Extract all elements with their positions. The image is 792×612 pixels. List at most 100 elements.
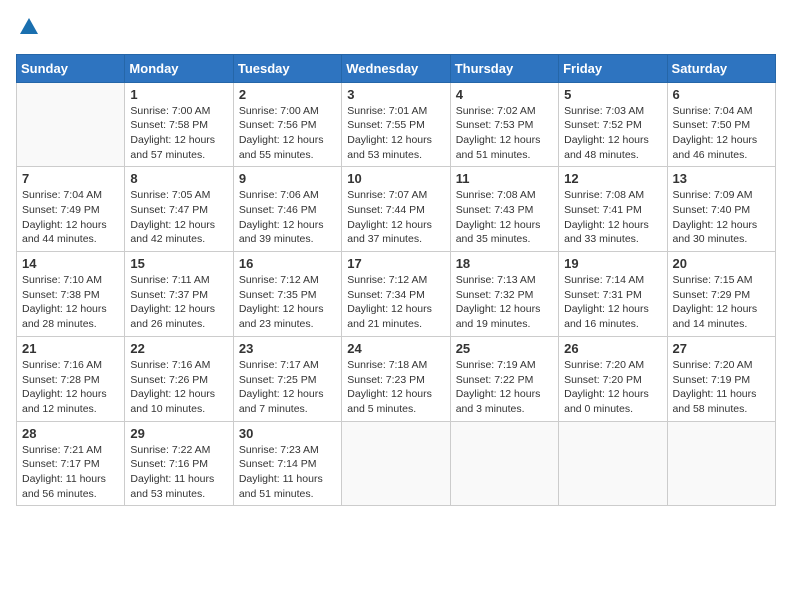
calendar-cell: 19 Sunrise: 7:14 AM Sunset: 7:31 PM Dayli… (559, 252, 667, 337)
day-info: Sunrise: 7:00 AM Sunset: 7:58 PM Dayligh… (130, 104, 227, 163)
day-of-week-header: Wednesday (342, 54, 450, 82)
day-info: Sunrise: 7:19 AM Sunset: 7:22 PM Dayligh… (456, 358, 553, 417)
day-info: Sunrise: 7:12 AM Sunset: 7:35 PM Dayligh… (239, 273, 336, 332)
day-info: Sunrise: 7:07 AM Sunset: 7:44 PM Dayligh… (347, 188, 444, 247)
calendar-cell (342, 421, 450, 506)
day-info: Sunrise: 7:20 AM Sunset: 7:19 PM Dayligh… (673, 358, 770, 417)
calendar-cell: 30 Sunrise: 7:23 AM Sunset: 7:14 PM Dayli… (233, 421, 341, 506)
day-number: 25 (456, 341, 553, 356)
day-number: 30 (239, 426, 336, 441)
day-info: Sunrise: 7:03 AM Sunset: 7:52 PM Dayligh… (564, 104, 661, 163)
calendar-cell: 20Sunrise: 7:15 AM Sunset: 7:29 PM Dayli… (667, 252, 775, 337)
day-info: Sunrise: 7:12 AM Sunset: 7:34 PM Dayligh… (347, 273, 444, 332)
calendar-week-row: 28 Sunrise: 7:21 AM Sunset: 7:17 PM Dayli… (17, 421, 776, 506)
calendar-cell: 16 Sunrise: 7:12 AM Sunset: 7:35 PM Dayli… (233, 252, 341, 337)
day-info: Sunrise: 7:06 AM Sunset: 7:46 PM Dayligh… (239, 188, 336, 247)
day-number: 10 (347, 171, 444, 186)
calendar-cell: 17 Sunrise: 7:12 AM Sunset: 7:34 PM Dayli… (342, 252, 450, 337)
calendar-cell: 24Sunrise: 7:18 AM Sunset: 7:23 PM Dayli… (342, 336, 450, 421)
calendar-table: SundayMondayTuesdayWednesdayThursdayFrid… (16, 54, 776, 507)
day-number: 15 (130, 256, 227, 271)
day-info: Sunrise: 7:13 AM Sunset: 7:32 PM Dayligh… (456, 273, 553, 332)
day-of-week-header: Friday (559, 54, 667, 82)
day-number: 14 (22, 256, 119, 271)
day-number: 8 (130, 171, 227, 186)
day-info: Sunrise: 7:20 AM Sunset: 7:20 PM Dayligh… (564, 358, 661, 417)
day-info: Sunrise: 7:14 AM Sunset: 7:31 PM Dayligh… (564, 273, 661, 332)
day-number: 28 (22, 426, 119, 441)
day-info: Sunrise: 7:02 AM Sunset: 7:53 PM Dayligh… (456, 104, 553, 163)
day-of-week-header: Saturday (667, 54, 775, 82)
calendar-cell: 11 Sunrise: 7:08 AM Sunset: 7:43 PM Dayli… (450, 167, 558, 252)
day-number: 16 (239, 256, 336, 271)
calendar-cell: 7Sunrise: 7:04 AM Sunset: 7:49 PM Daylig… (17, 167, 125, 252)
day-number: 27 (673, 341, 770, 356)
calendar-cell: 22 Sunrise: 7:16 AM Sunset: 7:26 PM Dayli… (125, 336, 233, 421)
calendar-cell (667, 421, 775, 506)
day-info: Sunrise: 7:08 AM Sunset: 7:41 PM Dayligh… (564, 188, 661, 247)
page-header (16, 16, 776, 44)
calendar-cell: 15 Sunrise: 7:11 AM Sunset: 7:37 PM Dayli… (125, 252, 233, 337)
day-info: Sunrise: 7:22 AM Sunset: 7:16 PM Dayligh… (130, 443, 227, 502)
calendar-week-row: 14 Sunrise: 7:10 AM Sunset: 7:38 PM Dayli… (17, 252, 776, 337)
day-of-week-header: Monday (125, 54, 233, 82)
calendar-cell: 27 Sunrise: 7:20 AM Sunset: 7:19 PM Dayli… (667, 336, 775, 421)
calendar-cell: 14 Sunrise: 7:10 AM Sunset: 7:38 PM Dayli… (17, 252, 125, 337)
day-number: 22 (130, 341, 227, 356)
calendar-cell: 21Sunrise: 7:16 AM Sunset: 7:28 PM Dayli… (17, 336, 125, 421)
day-info: Sunrise: 7:01 AM Sunset: 7:55 PM Dayligh… (347, 104, 444, 163)
day-of-week-header: Sunday (17, 54, 125, 82)
calendar-cell: 18Sunrise: 7:13 AM Sunset: 7:32 PM Dayli… (450, 252, 558, 337)
day-number: 12 (564, 171, 661, 186)
calendar-week-row: 21Sunrise: 7:16 AM Sunset: 7:28 PM Dayli… (17, 336, 776, 421)
calendar-cell: 3 Sunrise: 7:01 AM Sunset: 7:55 PM Daylig… (342, 82, 450, 167)
day-number: 9 (239, 171, 336, 186)
calendar-week-row: 7Sunrise: 7:04 AM Sunset: 7:49 PM Daylig… (17, 167, 776, 252)
calendar-header-row: SundayMondayTuesdayWednesdayThursdayFrid… (17, 54, 776, 82)
calendar-cell (17, 82, 125, 167)
day-number: 24 (347, 341, 444, 356)
calendar-cell: 6 Sunrise: 7:04 AM Sunset: 7:50 PM Daylig… (667, 82, 775, 167)
calendar-week-row: 1 Sunrise: 7:00 AM Sunset: 7:58 PM Daylig… (17, 82, 776, 167)
calendar-cell: 12 Sunrise: 7:08 AM Sunset: 7:41 PM Dayli… (559, 167, 667, 252)
calendar-cell: 29 Sunrise: 7:22 AM Sunset: 7:16 PM Dayli… (125, 421, 233, 506)
day-number: 21 (22, 341, 119, 356)
day-number: 5 (564, 87, 661, 102)
day-info: Sunrise: 7:10 AM Sunset: 7:38 PM Dayligh… (22, 273, 119, 332)
day-info: Sunrise: 7:09 AM Sunset: 7:40 PM Dayligh… (673, 188, 770, 247)
day-number: 2 (239, 87, 336, 102)
day-number: 23 (239, 341, 336, 356)
day-info: Sunrise: 7:11 AM Sunset: 7:37 PM Dayligh… (130, 273, 227, 332)
calendar-cell (559, 421, 667, 506)
day-of-week-header: Tuesday (233, 54, 341, 82)
day-number: 4 (456, 87, 553, 102)
calendar-cell: 8Sunrise: 7:05 AM Sunset: 7:47 PM Daylig… (125, 167, 233, 252)
day-info: Sunrise: 7:23 AM Sunset: 7:14 PM Dayligh… (239, 443, 336, 502)
day-number: 17 (347, 256, 444, 271)
day-number: 29 (130, 426, 227, 441)
calendar-cell: 4 Sunrise: 7:02 AM Sunset: 7:53 PM Daylig… (450, 82, 558, 167)
day-number: 3 (347, 87, 444, 102)
day-info: Sunrise: 7:04 AM Sunset: 7:49 PM Dayligh… (22, 188, 119, 247)
day-of-week-header: Thursday (450, 54, 558, 82)
day-info: Sunrise: 7:17 AM Sunset: 7:25 PM Dayligh… (239, 358, 336, 417)
calendar-cell: 26 Sunrise: 7:20 AM Sunset: 7:20 PM Dayli… (559, 336, 667, 421)
day-number: 6 (673, 87, 770, 102)
calendar-cell: 13Sunrise: 7:09 AM Sunset: 7:40 PM Dayli… (667, 167, 775, 252)
calendar-cell: 5 Sunrise: 7:03 AM Sunset: 7:52 PM Daylig… (559, 82, 667, 167)
calendar-cell: 25 Sunrise: 7:19 AM Sunset: 7:22 PM Dayli… (450, 336, 558, 421)
day-info: Sunrise: 7:08 AM Sunset: 7:43 PM Dayligh… (456, 188, 553, 247)
day-number: 11 (456, 171, 553, 186)
day-number: 19 (564, 256, 661, 271)
day-number: 1 (130, 87, 227, 102)
calendar-cell: 9 Sunrise: 7:06 AM Sunset: 7:46 PM Daylig… (233, 167, 341, 252)
day-number: 26 (564, 341, 661, 356)
calendar-cell: 28 Sunrise: 7:21 AM Sunset: 7:17 PM Dayli… (17, 421, 125, 506)
day-info: Sunrise: 7:04 AM Sunset: 7:50 PM Dayligh… (673, 104, 770, 163)
day-info: Sunrise: 7:16 AM Sunset: 7:26 PM Dayligh… (130, 358, 227, 417)
day-info: Sunrise: 7:00 AM Sunset: 7:56 PM Dayligh… (239, 104, 336, 163)
logo-icon (18, 16, 40, 38)
day-info: Sunrise: 7:15 AM Sunset: 7:29 PM Dayligh… (673, 273, 770, 332)
day-info: Sunrise: 7:21 AM Sunset: 7:17 PM Dayligh… (22, 443, 119, 502)
calendar-cell: 1 Sunrise: 7:00 AM Sunset: 7:58 PM Daylig… (125, 82, 233, 167)
